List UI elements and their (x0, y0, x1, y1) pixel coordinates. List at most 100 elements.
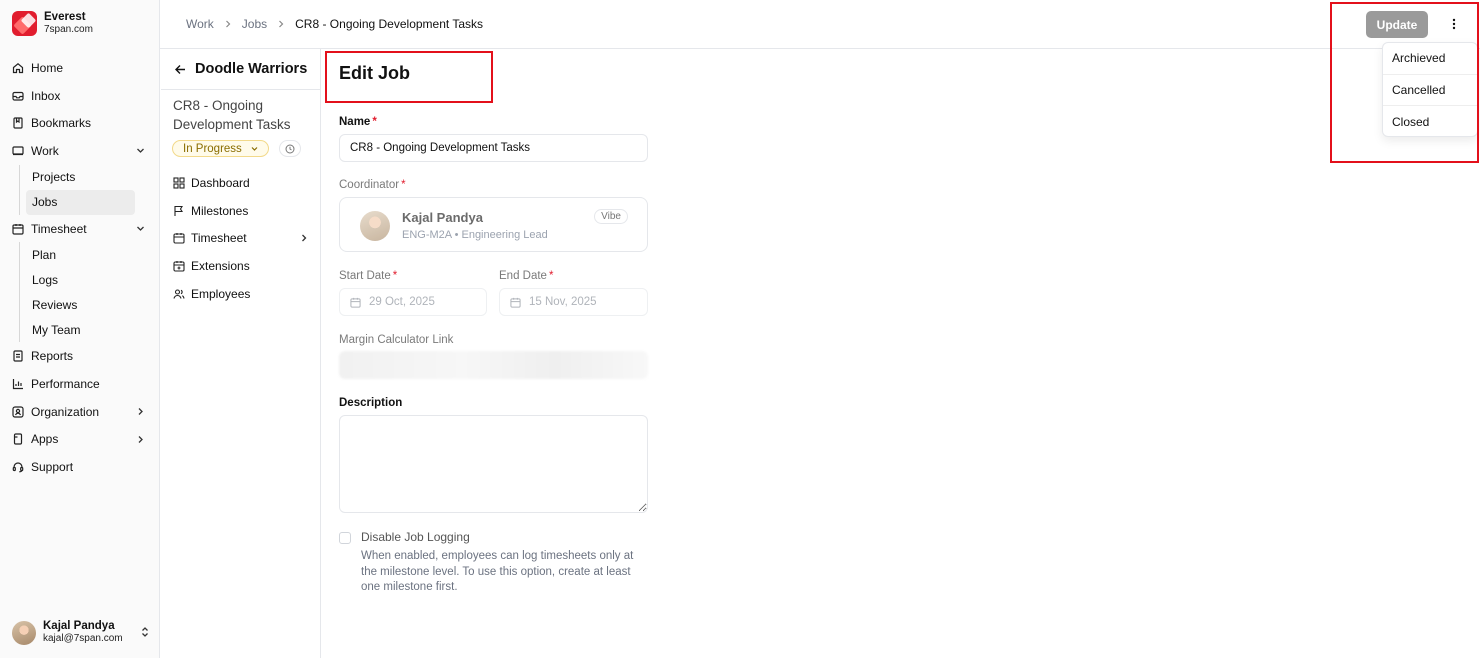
chevron-right-icon[interactable] (135, 406, 146, 417)
coordinator-label-text: Coordinator (339, 179, 400, 191)
margin-link-field[interactable] (339, 351, 648, 379)
nav-logs[interactable]: Logs (26, 267, 135, 292)
breadcrumb-work[interactable]: Work (186, 17, 214, 31)
avatar (360, 211, 390, 241)
nav-apps-label: Apps (31, 432, 59, 447)
more-vertical-icon (1452, 18, 1456, 30)
job-title: CR8 - Ongoing Development Tasks (173, 98, 291, 132)
panel-header: Doodle Warriors (174, 61, 307, 77)
nav-work[interactable]: Work (0, 137, 160, 165)
end-date-field[interactable]: 15 Nov, 2025 (499, 288, 648, 316)
coordinator-meta: ENG-M2A • Engineering Lead (402, 229, 548, 241)
nav-bookmarks-label: Bookmarks (31, 116, 92, 131)
users-icon (173, 289, 185, 299)
nav-work-label: Work (31, 143, 59, 158)
apps-icon (12, 433, 24, 445)
coordinator-label: Coordinator * (339, 179, 406, 191)
job-nav-timesheet-label: Timesheet (191, 231, 247, 246)
chevron-right-icon (279, 20, 284, 28)
job-nav-employees-label: Employees (191, 286, 251, 301)
update-button[interactable]: Update (1366, 11, 1428, 38)
job-nav-extensions-label: Extensions (191, 258, 250, 273)
job-nav-milestones-label: Milestones (191, 203, 249, 218)
margin-link-label: Margin Calculator Link (339, 334, 454, 346)
chevron-right-icon (225, 20, 231, 28)
nav-performance-label: Performance (31, 376, 100, 391)
disable-logging-checkbox[interactable] (339, 532, 351, 544)
nav-home-label: Home (31, 60, 64, 75)
name-label-text: Name (339, 116, 371, 128)
nav-reviews[interactable]: Reviews (26, 292, 135, 317)
name-input[interactable] (339, 134, 648, 162)
menu-item-archieved[interactable]: Archieved (1383, 43, 1477, 75)
vibe-badge: Vibe (594, 209, 628, 224)
calendar-plus-icon (173, 260, 185, 272)
brand[interactable]: Everest 7span.com (12, 11, 93, 36)
nav-jobs[interactable]: Jobs (26, 189, 135, 215)
more-options-button[interactable] (1445, 14, 1463, 34)
description-label: Description (339, 397, 403, 409)
bar-chart-icon (12, 378, 24, 390)
job-nav: Dashboard Milestones Timesheet Extension… (173, 169, 309, 307)
team-title: Doodle Warriors (195, 61, 308, 77)
divider (161, 89, 320, 90)
job-nav-milestones[interactable]: Milestones (173, 197, 309, 225)
status-label: In Progress (183, 142, 242, 155)
nav-plan[interactable]: Plan (26, 242, 135, 267)
chevron-up-down-icon[interactable] (140, 626, 150, 638)
nav-inbox[interactable]: Inbox (0, 82, 160, 110)
history-button[interactable] (279, 140, 301, 157)
start-date-field[interactable]: 29 Oct, 2025 (339, 288, 487, 316)
description-textarea[interactable] (339, 415, 648, 513)
job-nav-dashboard[interactable]: Dashboard (173, 169, 309, 197)
nav-my-team[interactable]: My Team (26, 317, 135, 342)
brand-domain: 7span.com (44, 24, 93, 35)
page-title: Edit Job (339, 63, 410, 83)
chevron-right-icon[interactable] (135, 434, 146, 445)
start-date-label: Start Date * (339, 270, 398, 282)
job-nav-extensions[interactable]: Extensions (173, 252, 309, 280)
job-panel: Doodle Warriors CR8 - Ongoing Developmen… (161, 49, 321, 658)
coordinator-name: Kajal Pandya (402, 210, 483, 225)
headset-icon (12, 461, 24, 473)
clock-icon (285, 144, 295, 153)
nav-support-label: Support (31, 460, 74, 475)
home-icon (12, 62, 24, 74)
user-menu[interactable]: Kajal Pandya kajal@7span.com (12, 620, 152, 645)
disable-logging-label: Disable Job Logging (361, 530, 470, 544)
breadcrumb-current: CR8 - Ongoing Development Tasks (295, 17, 484, 31)
arrow-left-icon[interactable] (174, 63, 187, 76)
nav-performance[interactable]: Performance (0, 370, 160, 398)
status-badge[interactable]: In Progress (172, 140, 269, 157)
bookmark-icon (12, 117, 24, 129)
coordinator-card[interactable]: Kajal Pandya ENG-M2A • Engineering Lead … (339, 197, 648, 252)
chevron-down-icon[interactable] (135, 145, 146, 156)
breadcrumb-jobs[interactable]: Jobs (242, 17, 267, 31)
organization-icon (12, 406, 24, 418)
chevron-down-icon[interactable] (135, 223, 146, 234)
nav-bookmarks[interactable]: Bookmarks (0, 109, 160, 137)
nav-timesheet-label: Timesheet (31, 221, 87, 236)
end-date-label: End Date * (499, 270, 554, 282)
coordinator-role: Engineering Lead (461, 229, 548, 241)
nav-organization[interactable]: Organization (0, 398, 160, 426)
nav-apps[interactable]: Apps (0, 426, 160, 454)
work-subnav: Projects Jobs (19, 164, 160, 215)
top-bar: Work Jobs CR8 - Ongoing Development Task… (160, 0, 1480, 49)
nav-projects[interactable]: Projects (26, 165, 135, 190)
calendar-icon (510, 297, 521, 308)
job-nav-timesheet[interactable]: Timesheet (173, 224, 309, 252)
menu-item-closed[interactable]: Closed (1383, 106, 1477, 138)
calendar-icon (12, 223, 24, 235)
inbox-icon (12, 90, 24, 102)
nav-home[interactable]: Home (0, 54, 160, 82)
nav-support[interactable]: Support (0, 453, 160, 481)
nav-reports[interactable]: Reports (0, 342, 160, 370)
nav-timesheet[interactable]: Timesheet (0, 215, 160, 243)
end-date-value: 15 Nov, 2025 (529, 296, 597, 308)
status-dropdown-menu: Archieved Cancelled Closed (1382, 42, 1478, 137)
menu-item-cancelled[interactable]: Cancelled (1383, 75, 1477, 106)
disable-logging-help: When enabled, employees can log timeshee… (361, 550, 634, 593)
job-nav-employees[interactable]: Employees (173, 280, 309, 308)
start-date-value: 29 Oct, 2025 (369, 296, 435, 308)
